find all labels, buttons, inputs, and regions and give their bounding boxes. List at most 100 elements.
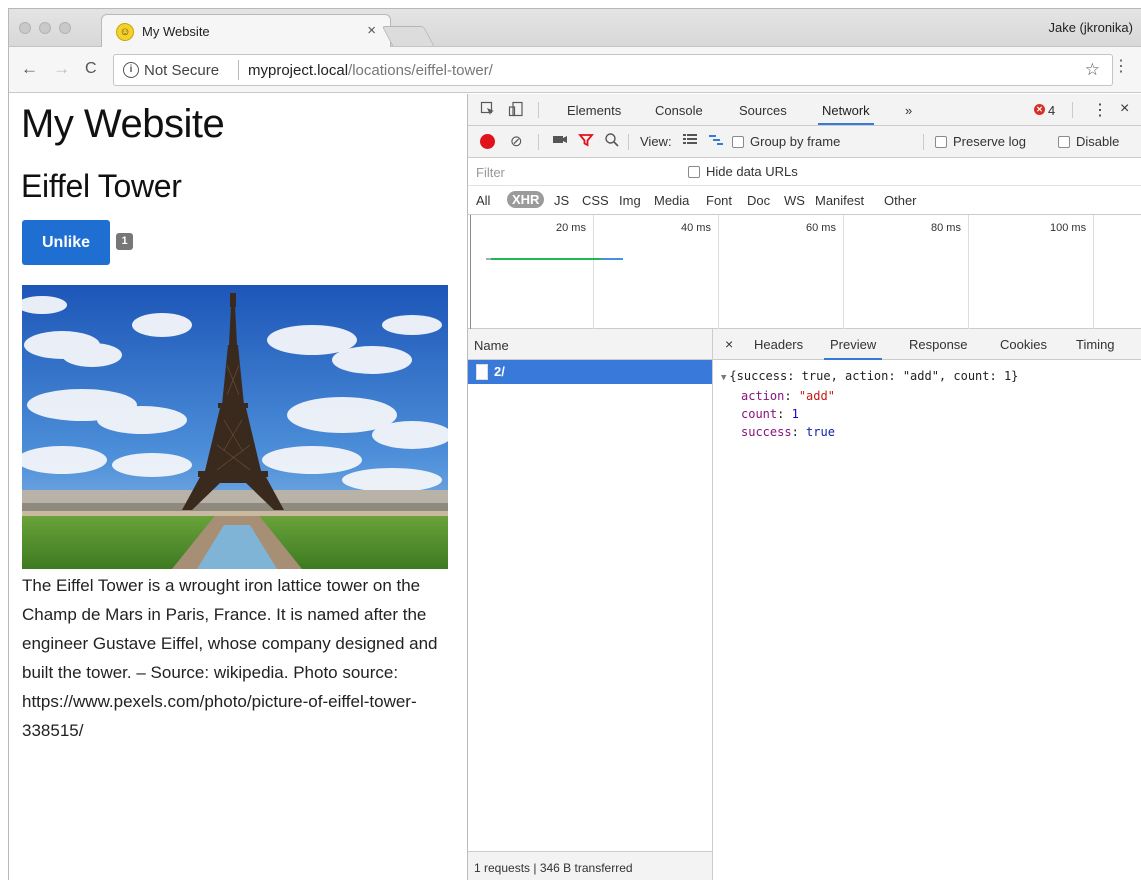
reload-icon[interactable]: C <box>85 60 97 78</box>
maximize-window-icon[interactable] <box>59 22 71 34</box>
tab-sources[interactable]: Sources <box>739 103 787 118</box>
search-icon[interactable] <box>604 132 620 151</box>
capture-screenshots-icon[interactable] <box>552 132 568 149</box>
eiffel-tower-photo <box>22 285 448 569</box>
error-count[interactable]: 4 <box>1048 103 1055 118</box>
devtools-menu-icon[interactable]: ⋮ <box>1092 100 1108 120</box>
json-key: success <box>741 425 792 439</box>
clear-icon[interactable]: ⊘ <box>510 132 523 150</box>
request-name: 2/ <box>494 364 505 379</box>
type-filter-js[interactable]: JS <box>554 193 569 208</box>
type-filter-font[interactable]: Font <box>706 193 732 208</box>
waterfall-icon[interactable] <box>708 132 724 149</box>
timeline-request-bar <box>491 258 601 260</box>
json-property-success: success: true <box>741 425 835 439</box>
tab-timing[interactable]: Timing <box>1076 337 1115 352</box>
browser-tab[interactable]: ☺ My Website × <box>101 14 391 48</box>
error-icon[interactable]: ✕ <box>1034 104 1045 115</box>
json-summary-row[interactable]: ▼ {success: true, action: "add", count: 1… <box>721 367 1018 387</box>
minimize-window-icon[interactable] <box>39 22 51 34</box>
type-filter-ws[interactable]: WS <box>784 193 805 208</box>
eiffel-tower-illustration <box>22 285 448 569</box>
json-value: "add" <box>798 389 835 403</box>
hide-data-urls-checkbox[interactable]: Hide data URLs <box>688 164 798 179</box>
collapse-triangle-icon[interactable]: ▼ <box>721 373 726 383</box>
security-label[interactable]: Not Secure <box>144 62 219 79</box>
timeline-tick-label: 100 ms <box>1050 222 1087 234</box>
filter-icon[interactable] <box>578 132 594 151</box>
forward-arrow-icon[interactable]: → <box>53 59 70 79</box>
separator <box>538 102 539 118</box>
network-overview-timeline[interactable]: 20 ms 40 ms 60 ms 80 ms 100 ms <box>468 215 1141 329</box>
json-value: true <box>806 425 835 439</box>
timeline-gridline <box>1093 215 1094 329</box>
type-filter-css[interactable]: CSS <box>582 193 609 208</box>
json-value: 1 <box>791 407 799 421</box>
tab-cookies[interactable]: Cookies <box>1000 337 1047 352</box>
detail-close-icon[interactable]: × <box>725 336 733 352</box>
timeline-tick-label: 60 ms <box>806 222 836 234</box>
disable-cache-checkbox[interactable]: Disable <box>1058 134 1119 149</box>
url-text[interactable]: myproject.local/locations/eiffel-tower/ <box>248 62 493 79</box>
filter-input[interactable]: Filter <box>472 162 672 182</box>
tab-response[interactable]: Response <box>909 337 968 352</box>
tab-headers[interactable]: Headers <box>754 337 803 352</box>
json-key: action <box>741 389 785 403</box>
bookmark-star-icon[interactable]: ☆ <box>1085 60 1100 80</box>
tab-network[interactable]: Network <box>818 103 874 125</box>
more-tabs-icon[interactable]: » <box>905 103 912 118</box>
record-icon[interactable] <box>480 134 495 149</box>
timeline-download-bar <box>601 258 623 260</box>
large-rows-icon[interactable] <box>682 132 698 149</box>
disable-cache-label: Disable <box>1076 134 1120 149</box>
name-column-header[interactable]: Name <box>468 329 712 360</box>
tab-bar: ☺ My Website × Jake (jkronika) <box>9 9 1141 48</box>
url-host: myproject.local <box>248 62 349 79</box>
timeline-gridline <box>843 215 844 329</box>
file-icon <box>476 364 488 380</box>
type-filter-img[interactable]: Img <box>619 193 641 208</box>
timeline-tick-label: 20 ms <box>556 222 586 234</box>
devtools-close-icon[interactable]: × <box>1120 100 1129 118</box>
json-property-count: count: 1 <box>741 407 799 421</box>
filter-row: Filter Hide data URLs <box>468 158 1141 186</box>
devtools-panel: Elements Console Sources Network » ✕ 4 ⋮… <box>467 94 1141 880</box>
group-by-frame-checkbox[interactable]: Group by frame <box>732 134 840 149</box>
devtools-tab-bar: Elements Console Sources Network » ✕ 4 ⋮… <box>468 94 1141 126</box>
json-key: count <box>741 407 778 421</box>
type-filter-doc[interactable]: Doc <box>747 193 770 208</box>
browser-menu-icon[interactable]: ⋮ <box>1113 59 1129 75</box>
inspect-element-icon[interactable] <box>480 101 496 117</box>
type-filter-xhr[interactable]: XHR <box>507 191 545 208</box>
address-toolbar: ← → C i Not Secure myproject.local/locat… <box>9 47 1141 93</box>
profile-name[interactable]: Jake (jkronika) <box>1048 20 1133 35</box>
tab-console[interactable]: Console <box>655 103 703 118</box>
type-filter-all[interactable]: All <box>476 193 490 208</box>
json-property-action: action: "add" <box>741 389 835 403</box>
resource-type-filters: All XHR JS CSS Img Media Font Doc WS Man… <box>468 186 1141 215</box>
tab-elements[interactable]: Elements <box>567 103 621 118</box>
type-filter-manifest[interactable]: Manifest <box>815 193 864 208</box>
json-preview: ▼ {success: true, action: "add", count: 1… <box>721 367 1018 441</box>
preserve-log-label: Preserve log <box>953 134 1026 149</box>
separator <box>538 134 539 150</box>
type-filter-other[interactable]: Other <box>884 193 917 208</box>
preserve-log-checkbox[interactable]: Preserve log <box>935 134 1026 149</box>
info-icon[interactable]: i <box>123 62 139 78</box>
tab-preview[interactable]: Preview <box>823 337 883 360</box>
device-toolbar-icon[interactable] <box>508 101 524 117</box>
json-summary: {success: true, action: "add", count: 1} <box>729 369 1019 383</box>
unlike-button[interactable]: Unlike <box>22 220 110 265</box>
browser-window: ☺ My Website × Jake (jkronika) ← → C i N… <box>8 8 1141 880</box>
tab-close-icon[interactable]: × <box>367 22 376 39</box>
location-title: Eiffel Tower <box>21 168 182 204</box>
timeline-gridline <box>593 215 594 329</box>
request-row[interactable]: 2/ <box>468 360 712 384</box>
address-bar[interactable]: i Not Secure myproject.local/locations/e… <box>113 54 1113 86</box>
type-filter-media[interactable]: Media <box>654 193 689 208</box>
close-window-icon[interactable] <box>19 22 31 34</box>
request-list: Name 2/ 1 requests | 346 B transferred <box>468 329 713 880</box>
url-path: /locations/eiffel-tower/ <box>348 62 493 79</box>
back-arrow-icon[interactable]: ← <box>21 59 38 79</box>
tab-title: My Website <box>142 24 210 39</box>
